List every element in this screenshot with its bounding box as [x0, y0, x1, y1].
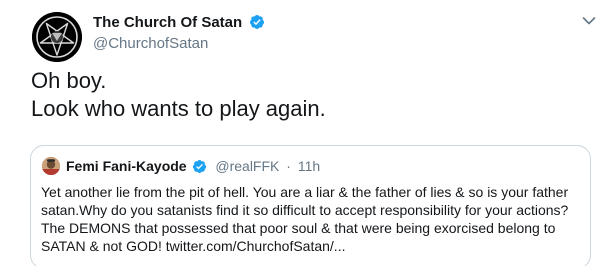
person-avatar-icon — [42, 157, 60, 175]
separator-dot: · — [286, 158, 291, 174]
quoted-author-name: Femi Fani-Kayode — [66, 158, 187, 174]
quoted-text-line: The DEMONS that possessed that poor soul… — [41, 220, 556, 236]
quoted-text-line: satan.Why do you satanists find it so di… — [41, 202, 569, 218]
tweet-text-line: Look who wants to play again. — [31, 96, 326, 121]
verified-badge-icon — [250, 15, 265, 29]
quoted-tweet-text: Yet another lie from the pit of hell. Yo… — [41, 183, 586, 255]
author-handle[interactable]: @ChurchofSatan — [93, 35, 208, 52]
quoted-tweet-timestamp[interactable]: 11h — [298, 158, 320, 174]
quoted-text-line: SATAN & not GOD! twitter.com/ChurchofSat… — [41, 238, 346, 254]
quoted-tweet-header: Femi Fani-Kayode @realFFK · 11h — [66, 157, 320, 175]
chevron-down-icon — [582, 17, 596, 25]
quoted-author-avatar — [42, 157, 60, 175]
tweet-text-line: Oh boy. — [31, 68, 107, 93]
author-avatar[interactable] — [32, 12, 82, 62]
author-name[interactable]: The Church Of Satan — [93, 14, 265, 31]
tweet-text: Oh boy. Look who wants to play again. — [31, 67, 591, 123]
verified-badge-icon — [193, 159, 207, 174]
sigil-icon — [32, 12, 82, 62]
tweet-menu-button[interactable] — [578, 12, 600, 30]
quoted-tweet-card[interactable]: Femi Fani-Kayode @realFFK · 11h Yet anot… — [30, 145, 591, 266]
author-name-text[interactable]: The Church Of Satan — [93, 14, 242, 31]
quoted-text-line: Yet another lie from the pit of hell. Yo… — [41, 184, 569, 200]
quoted-author-handle: @realFFK — [215, 158, 280, 174]
tweet-card: The Church Of Satan @ChurchofSatan Oh bo… — [0, 0, 615, 266]
